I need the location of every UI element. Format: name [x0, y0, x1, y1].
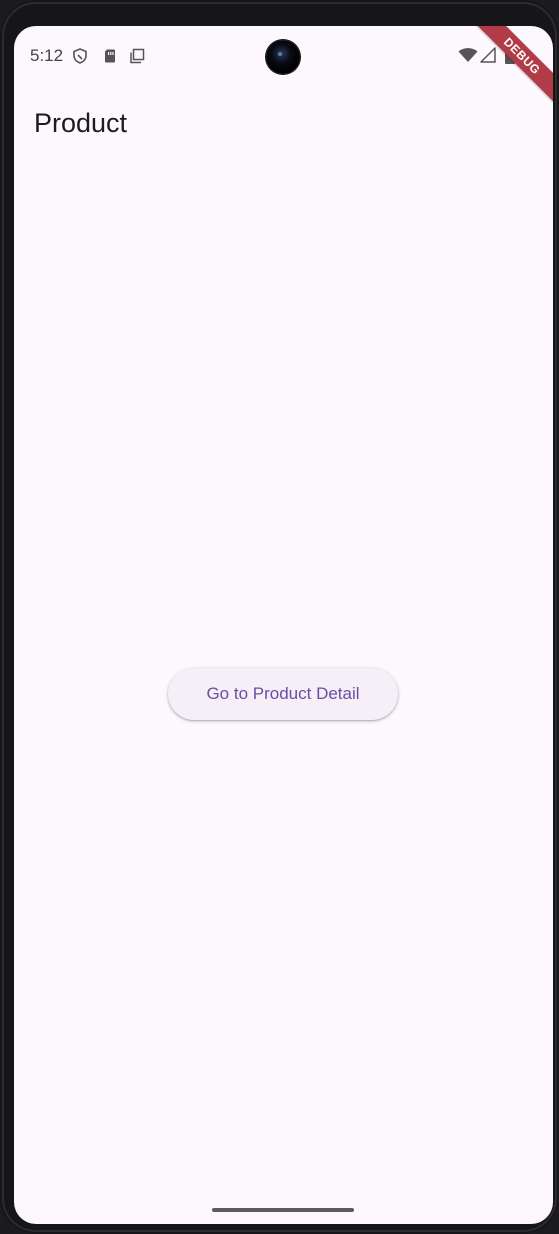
gesture-navigation-bar[interactable]: [212, 1208, 354, 1212]
status-bar: 5:12 DEBUG: [14, 26, 553, 110]
page-title: Product: [34, 108, 128, 138]
copy-icon: [129, 48, 145, 64]
app-screen: 5:12 DEBUG Product Go to Product Detail: [14, 26, 553, 1224]
sim-card-icon: [102, 48, 118, 64]
phone-frame: 5:12 DEBUG Product Go to Product Detail: [0, 0, 559, 1234]
go-to-product-detail-button[interactable]: Go to Product Detail: [168, 668, 398, 720]
shield-icon: [72, 48, 88, 64]
wifi-icon: [458, 47, 478, 63]
status-time: 5:12: [30, 46, 64, 65]
app-bar: Product: [14, 88, 553, 160]
front-camera: [266, 40, 300, 74]
signal-icon: [480, 47, 496, 63]
main-content: Go to Product Detail: [14, 160, 553, 1224]
